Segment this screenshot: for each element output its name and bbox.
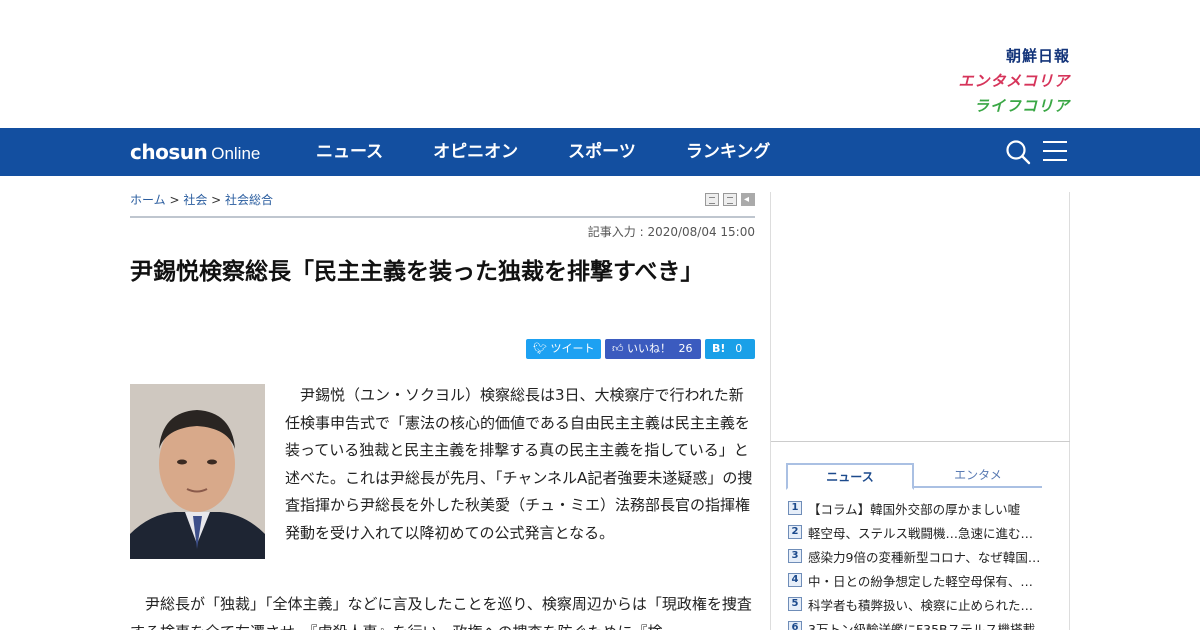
ranking-title: 科学者も積弊扱い、検察に止められた研究: [808, 597, 1044, 613]
tweet-label: ツイート: [550, 342, 595, 355]
ranking-item[interactable]: 3 感染力9倍の変種新型コロナ、なぜ韓国で拡大しないのか: [788, 544, 1048, 568]
twitter-bird-icon: 🐦︎: [533, 342, 547, 355]
sidebar: ニュース エンタメ 1 【コラム】韓国外交部の厚かましい嘘 2 軽空母、ステルス戦闘…: [770, 192, 1070, 630]
print-icon[interactable]: [705, 193, 719, 206]
nav-item-news[interactable]: ニュース: [316, 128, 383, 176]
ranking-item[interactable]: 2 軽空母、ステルス戦闘機…急速に進む韓国軍の軍備増強: [788, 520, 1048, 544]
share-buttons: 🐦︎ ツイート 👍︎ いいね！ 26 B! 0: [522, 339, 755, 359]
ranking-title: 【コラム】韓国外交部の厚かましい嘘: [808, 501, 1021, 517]
nav-item-sports[interactable]: スポーツ: [568, 128, 636, 176]
hamburger-menu-icon[interactable]: [1043, 141, 1067, 163]
search-icon[interactable]: [1005, 139, 1031, 165]
article-tools: [701, 193, 755, 206]
chosun-nippo-link[interactable]: 朝鮮日報: [930, 44, 1070, 69]
article-date: 記事入力 : 2020/08/04 15:00: [587, 225, 755, 239]
tab-news[interactable]: ニュース: [786, 463, 914, 490]
divider: [130, 216, 755, 218]
hatena-bookmark-button[interactable]: B! 0: [705, 339, 755, 359]
rank-number: 6: [788, 621, 802, 630]
back-arrow-icon[interactable]: [741, 193, 755, 206]
ranking-item[interactable]: 6 3万トン級輸送艦にF35Bステルス機搭載: [788, 616, 1048, 630]
logo-light-text: Online: [211, 144, 261, 163]
breadcrumb-category[interactable]: 社会: [183, 193, 207, 207]
breadcrumb-subcategory[interactable]: 社会総合: [225, 193, 273, 207]
like-count: 26: [678, 342, 693, 355]
breadcrumb-separator: >: [207, 193, 226, 207]
ad-space: [771, 192, 1070, 442]
ranking-title: 3万トン級輸送艦にF35Bステルス機搭載: [808, 621, 1036, 630]
ranking-list: 1 【コラム】韓国外交部の厚かましい嘘 2 軽空母、ステルス戦闘機…急速に進む韓国軍…: [788, 496, 1048, 630]
life-korea-link[interactable]: ライフコリア: [930, 94, 1070, 119]
top-header: 朝鮮日報 エンタメコリア ライフコリア: [0, 0, 1200, 128]
ranking-title: 感染力9倍の変種新型コロナ、なぜ韓国で拡大しないのか: [808, 549, 1044, 565]
nav-item-opinion[interactable]: オピニオン: [433, 128, 518, 176]
ranking-item[interactable]: 4 中・日との紛争想定した軽空母保有、韓国軍が推進: [788, 568, 1048, 592]
breadcrumb-home[interactable]: ホーム: [130, 193, 166, 207]
tab-entame[interactable]: エンタメ: [914, 463, 1042, 488]
nav-item-ranking[interactable]: ランキング: [686, 128, 771, 176]
ranking-title: 軽空母、ステルス戦闘機…急速に進む韓国軍の軍備増強: [808, 525, 1044, 541]
ranking-item[interactable]: 1 【コラム】韓国外交部の厚かましい嘘: [788, 496, 1048, 520]
rank-number: 2: [788, 525, 802, 539]
article-photo: [130, 384, 265, 559]
entame-korea-link[interactable]: エンタメコリア: [930, 69, 1070, 94]
thumbs-up-icon: 👍︎: [612, 342, 624, 355]
ranking-item[interactable]: 5 科学者も積弊扱い、検察に止められた研究: [788, 592, 1048, 616]
ranking-tabs: ニュース エンタメ: [786, 463, 1042, 490]
chosun-online-logo[interactable]: chosun Online: [130, 140, 260, 164]
hatena-count: 0: [735, 342, 743, 355]
rank-number: 1: [788, 501, 802, 515]
ranking-title: 中・日との紛争想定した軽空母保有、韓国軍が推進: [808, 573, 1044, 589]
nav-menu: ニュース オピニオン スポーツ ランキング: [316, 128, 820, 176]
hatena-label: B!: [712, 342, 726, 355]
breadcrumb: ホーム > 社会 > 社会総合: [130, 191, 273, 208]
rank-number: 5: [788, 597, 802, 611]
rank-number: 3: [788, 549, 802, 563]
tweet-button[interactable]: 🐦︎ ツイート: [526, 339, 601, 359]
rank-number: 4: [788, 573, 802, 587]
breadcrumb-separator: >: [165, 193, 184, 207]
article-paragraph: 尹錫悦（ユン・ソクヨル）検察総長は3日、大検察庁で行われた新任検事申告式で「憲法…: [285, 386, 753, 542]
facebook-like-button[interactable]: 👍︎ いいね！ 26: [605, 339, 701, 359]
article-headline: 尹錫悦検察総長「民主主義を装った独裁を排撃すべき」: [130, 259, 704, 285]
sister-site-links: 朝鮮日報 エンタメコリア ライフコリア: [930, 44, 1070, 119]
logo-bold-text: chosun: [130, 140, 208, 164]
text-view-icon[interactable]: [723, 193, 737, 206]
article-paragraph: 尹総長が「独裁」「全体主義」などに言及したことを巡り、検察周辺からは「現政権を捜…: [130, 595, 752, 630]
like-label: いいね！: [627, 342, 671, 355]
